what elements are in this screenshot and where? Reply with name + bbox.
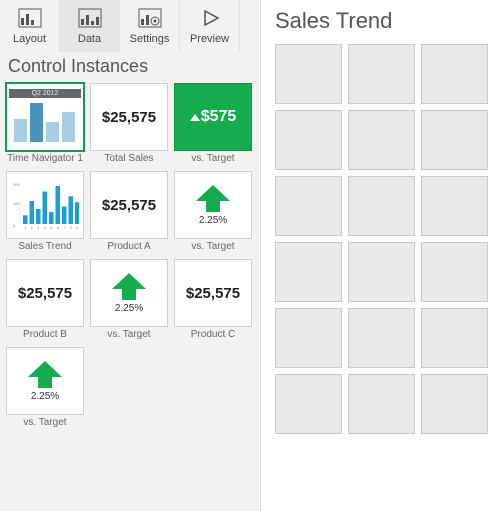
tile-body[interactable]: $25,575	[6, 259, 84, 327]
arrow-up-icon	[196, 185, 230, 213]
tile-caption: vs. Target	[107, 329, 150, 341]
tile-caption: Sales Trend	[18, 241, 71, 253]
tile-percent: 2.25%	[199, 215, 227, 226]
tile-vs-target: 2.25% vs. Target	[174, 171, 252, 253]
canvas-cell[interactable]	[421, 308, 488, 368]
tab-settings[interactable]: Settings	[120, 0, 180, 52]
canvas-cell[interactable]	[275, 242, 342, 302]
tile-body[interactable]: $25,575	[90, 171, 168, 239]
canvas-cell[interactable]	[348, 176, 415, 236]
tile-vs-target: $575 vs. Target	[174, 83, 252, 165]
arrow-up-icon	[112, 273, 146, 301]
canvas-cell[interactable]	[421, 176, 488, 236]
preview-icon	[198, 8, 222, 31]
svg-text:3: 3	[37, 226, 39, 230]
tile-caption: vs. Target	[191, 241, 234, 253]
canvas-cell[interactable]	[421, 44, 488, 104]
tile-body[interactable]: 2.25%	[174, 171, 252, 239]
tile-value: $25,575	[102, 109, 156, 126]
tile-percent: 2.25%	[115, 303, 143, 314]
tile-body[interactable]: $25,575	[90, 83, 168, 151]
canvas-cell[interactable]	[421, 242, 488, 302]
svg-text:100: 100	[13, 201, 20, 206]
tile-vs-target: 2.25% vs. Target	[90, 259, 168, 341]
tile-value: $25,575	[186, 285, 240, 302]
tab-layout[interactable]: Layout	[0, 0, 60, 52]
tile-body[interactable]: 2.25%	[6, 347, 84, 415]
tile-body[interactable]: $25,575	[174, 259, 252, 327]
control-instances-grid: Q2 2012 Time Navigator 1 $25,575 Total Sale…	[0, 83, 260, 437]
layout-canvas	[275, 44, 488, 434]
tab-preview[interactable]: Preview	[180, 0, 240, 52]
tile-caption: Product B	[23, 329, 67, 341]
svg-text:0: 0	[13, 223, 16, 228]
canvas-cell[interactable]	[348, 374, 415, 434]
tile-caption: vs. Target	[23, 417, 66, 429]
tile-product-a: $25,575 Product A	[90, 171, 168, 253]
tile-caption: Time Navigator 1	[7, 153, 83, 165]
time-navigator-preview: Q2 2012	[9, 89, 81, 145]
tile-caption: Product A	[107, 241, 150, 253]
svg-text:1: 1	[24, 226, 26, 230]
layout-icon	[18, 8, 42, 31]
svg-text:8: 8	[70, 226, 72, 230]
data-icon	[78, 8, 102, 31]
tile-caption: vs. Target	[191, 153, 234, 165]
tile-value: $25,575	[102, 197, 156, 214]
section-title: Control Instances	[0, 52, 260, 83]
canvas-cell[interactable]	[275, 176, 342, 236]
canvas-cell[interactable]	[348, 242, 415, 302]
tab-data[interactable]: Data	[60, 0, 120, 52]
tile-body[interactable]: 200100012345678910	[6, 171, 84, 239]
delta-value: $575	[190, 108, 237, 126]
tab-label: Preview	[190, 33, 229, 45]
svg-text:7: 7	[63, 226, 65, 230]
canvas-cell[interactable]	[275, 374, 342, 434]
tab-label: Data	[78, 33, 101, 45]
canvas-cell[interactable]	[275, 44, 342, 104]
canvas-cell[interactable]	[421, 374, 488, 434]
triangle-up-icon	[190, 114, 200, 121]
tile-caption: Total Sales	[105, 153, 154, 165]
bar-chart-icon: 200100012345678910	[11, 180, 79, 230]
tab-label: Layout	[13, 33, 46, 45]
svg-text:200: 200	[13, 182, 20, 187]
svg-text:6: 6	[57, 226, 59, 230]
tile-body[interactable]: 2.25%	[90, 259, 168, 327]
canvas-cell[interactable]	[275, 308, 342, 368]
preview-title: Sales Trend	[275, 8, 488, 34]
tile-product-b: $25,575 Product B	[6, 259, 84, 341]
canvas-cell[interactable]	[275, 110, 342, 170]
tile-product-c: $25,575 Product C	[174, 259, 252, 341]
tile-body[interactable]: Q2 2012	[6, 83, 84, 151]
canvas-cell[interactable]	[348, 44, 415, 104]
svg-text:2: 2	[31, 226, 33, 230]
tile-time-navigator-1: Q2 2012 Time Navigator 1	[6, 83, 84, 165]
svg-text:4: 4	[44, 226, 46, 230]
tile-vs-target: 2.25% vs. Target	[6, 347, 84, 429]
preview-pane: Sales Trend	[261, 0, 502, 511]
canvas-cell[interactable]	[348, 110, 415, 170]
tile-body[interactable]: $575	[174, 83, 252, 151]
svg-text:5: 5	[50, 226, 52, 230]
tile-sales-trend: 200100012345678910Sales Trend	[6, 171, 84, 253]
toolbar: Layout Data Settings Preview	[0, 0, 260, 52]
tile-percent: 2.25%	[31, 391, 59, 402]
tile-total-sales: $25,575 Total Sales	[90, 83, 168, 165]
arrow-up-icon	[28, 361, 62, 389]
canvas-cell[interactable]	[421, 110, 488, 170]
settings-icon	[138, 8, 162, 31]
svg-text:9: 9	[76, 226, 78, 230]
tile-caption: Product C	[191, 329, 235, 341]
canvas-cell[interactable]	[348, 308, 415, 368]
tab-label: Settings	[130, 33, 170, 45]
tile-value: $25,575	[18, 285, 72, 302]
